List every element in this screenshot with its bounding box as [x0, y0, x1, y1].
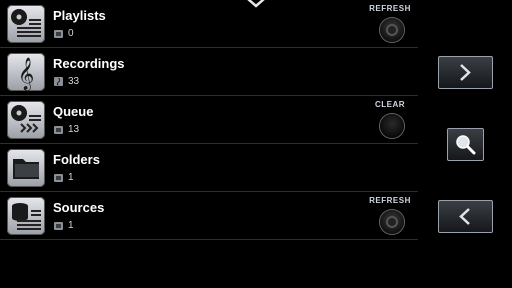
queue-disc-icon	[7, 101, 45, 139]
search-button[interactable]	[447, 128, 484, 161]
row-subinfo: 33	[54, 75, 79, 87]
magnifier-icon	[456, 135, 476, 155]
row-subinfo: 1	[54, 171, 74, 183]
item-count: 1	[68, 171, 74, 183]
refresh-label: REFRESH	[369, 4, 411, 13]
row-subinfo: 13	[54, 123, 79, 135]
refresh-button[interactable]	[380, 18, 404, 42]
mini-folder-icon	[54, 125, 63, 134]
clear-label: CLEAR	[374, 100, 406, 109]
list-item-queue[interactable]: Queue 13 CLEAR	[0, 96, 418, 144]
list-item-folders[interactable]: Folders 1	[0, 144, 418, 192]
svg-text:𝄞: 𝄞	[18, 57, 35, 91]
item-count: 1	[68, 219, 74, 231]
library-list: Playlists 0 REFRESH 𝄞 Recordings 33 Queu…	[0, 0, 418, 240]
back-button[interactable]	[438, 200, 493, 233]
chevron-left-icon	[459, 208, 470, 225]
chevron-right-icon	[460, 64, 471, 81]
list-item-playlists[interactable]: Playlists 0 REFRESH	[0, 0, 418, 48]
list-item-recordings[interactable]: 𝄞 Recordings 33	[0, 48, 418, 96]
clear-button[interactable]	[380, 114, 404, 138]
item-count: 33	[68, 75, 80, 87]
row-title: Folders	[53, 152, 100, 167]
row-title: Recordings	[53, 56, 125, 71]
mini-folder-icon	[54, 29, 63, 38]
list-item-sources[interactable]: Sources 1 REFRESH	[0, 192, 418, 240]
refresh-label: REFRESH	[369, 196, 411, 205]
treble-clef-icon: 𝄞	[7, 53, 45, 91]
mini-clef-icon	[54, 76, 63, 86]
forward-button[interactable]	[438, 56, 493, 89]
item-count: 0	[68, 27, 74, 39]
row-title: Queue	[53, 104, 94, 119]
refresh-button[interactable]	[380, 210, 404, 234]
folder-icon	[7, 149, 45, 187]
playlist-disc-icon	[7, 5, 45, 43]
row-subinfo: 1	[54, 219, 74, 231]
row-title: Sources	[53, 200, 105, 215]
row-subinfo: 0	[54, 27, 74, 39]
database-stack-icon	[7, 197, 45, 235]
item-count: 13	[68, 123, 80, 135]
row-title: Playlists	[53, 8, 106, 23]
mini-folder-icon	[54, 173, 63, 182]
mini-folder-icon	[54, 221, 63, 230]
